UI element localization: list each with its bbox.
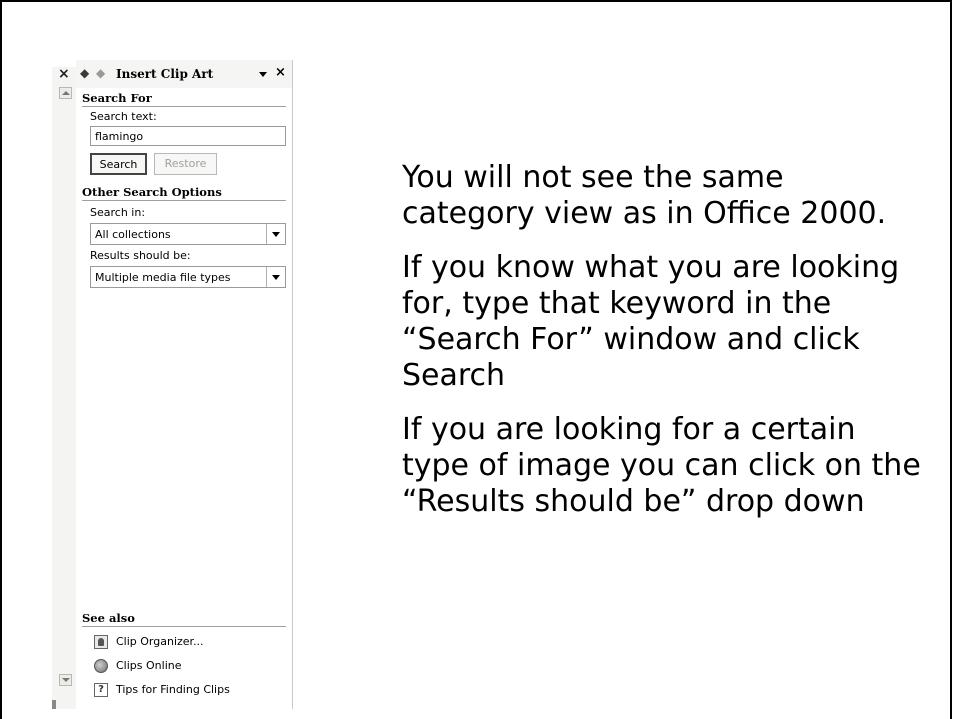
search-for-heading: Search For: [82, 91, 286, 107]
scroll-up-arrow-icon[interactable]: [59, 87, 72, 99]
search-in-label: Search in:: [90, 206, 146, 219]
forward-arrow-icon[interactable]: ◆: [96, 66, 105, 80]
see-also-heading: See also: [82, 611, 286, 627]
results-should-be-dropdown-icon[interactable]: [266, 267, 285, 287]
restore-button[interactable]: Restore: [154, 153, 217, 175]
task-pane-title: Insert Clip Art: [116, 67, 214, 81]
task-pane-header: ◆ ◆ Insert Clip Art ×: [76, 60, 292, 88]
results-should-be-label: Results should be:: [90, 249, 191, 262]
slide-paragraph-2: If you know what you are looking for, ty…: [402, 250, 900, 393]
clip-organizer-icon: [94, 635, 108, 649]
search-in-select[interactable]: All collections: [90, 223, 286, 245]
search-text-label: Search text:: [90, 110, 157, 123]
clip-organizer-link-label: Clip Organizer...: [116, 635, 204, 648]
help-question-icon: ?: [94, 683, 108, 697]
slide-body-text: You will not see the same category view …: [402, 160, 922, 538]
tips-for-finding-clips-link-label: Tips for Finding Clips: [116, 683, 230, 696]
other-search-options-heading: Other Search Options: [82, 185, 286, 201]
clips-online-globe-icon: [94, 659, 108, 673]
search-button[interactable]: Search: [90, 153, 147, 175]
task-pane-menu-dropdown-icon[interactable]: [259, 72, 267, 77]
slide-paragraph-3: If you are looking for a certain type of…: [402, 412, 921, 519]
insert-clip-art-task-pane: ◆ ◆ Insert Clip Art × Search For Search …: [76, 60, 293, 709]
results-should-be-select[interactable]: Multiple media file types: [90, 266, 286, 288]
results-should-be-value: Multiple media file types: [95, 271, 231, 284]
task-pane-close-icon[interactable]: ×: [275, 65, 286, 80]
search-in-value: All collections: [95, 228, 171, 241]
previous-pane-strip: [52, 67, 77, 709]
clips-online-link-label: Clips Online: [116, 659, 182, 672]
previous-pane-close-icon[interactable]: ×: [58, 66, 70, 82]
slide-paragraph-1: You will not see the same category view …: [402, 160, 887, 231]
back-arrow-icon[interactable]: ◆: [80, 66, 89, 80]
search-text-input[interactable]: [90, 126, 286, 146]
scroll-down-arrow-icon[interactable]: [59, 674, 72, 686]
search-in-dropdown-icon[interactable]: [266, 224, 285, 244]
scrollbar-nub: [52, 700, 56, 709]
